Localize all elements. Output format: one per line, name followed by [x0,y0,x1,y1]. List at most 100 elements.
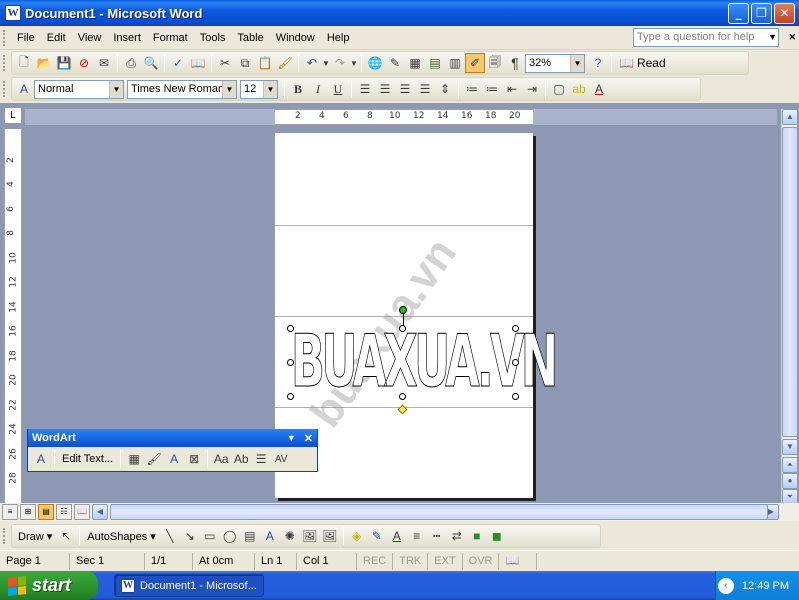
decrease-indent-icon[interactable]: ⇤ [502,79,522,99]
shadow-style-icon[interactable]: ■ [467,526,487,546]
print-preview-icon[interactable]: 🔍 [141,53,161,73]
taskbar-word-document[interactable]: W Document1 - Microsof... [114,574,264,597]
word-app-icon[interactable]: W [5,5,21,21]
scroll-left-icon[interactable]: ◀ [92,504,108,520]
read-button[interactable]: 📖 Read [615,56,670,70]
toolbar-grip[interactable] [3,528,6,544]
zoom-select[interactable]: 32% ▼ [525,53,585,73]
menu-window[interactable]: Window [270,30,321,46]
status-ext[interactable]: EXT [428,552,463,570]
minimize-button[interactable]: _ [728,2,749,24]
resize-handle[interactable] [399,393,406,400]
menu-edit[interactable]: Edit [41,30,72,46]
numbering-icon[interactable]: ≔ [462,79,482,99]
menu-format[interactable]: Format [147,30,194,46]
undo-dropdown-icon[interactable]: ▼ [322,53,330,73]
insert-wordart-icon[interactable]: A [31,449,51,469]
menu-view[interactable]: View [72,30,108,46]
dash-style-icon[interactable]: ┅ [427,526,447,546]
oval-icon[interactable]: ◯ [220,526,240,546]
close-toolbar-icon[interactable]: ✕ [304,432,313,445]
underline-icon[interactable]: U [328,79,348,99]
menu-file[interactable]: File [11,30,41,46]
justify-icon[interactable]: ☰ [415,79,435,99]
resize-handle[interactable] [287,359,294,366]
autoshapes-button[interactable]: AutoShapes ▾ [83,530,160,543]
text-wrapping-icon[interactable]: ⊠ [184,449,204,469]
resize-handle[interactable] [512,359,519,366]
reading-layout-icon[interactable]: 📖 [74,504,90,520]
arrow-style-icon[interactable]: ⇄ [447,526,467,546]
menu-help[interactable]: Help [321,30,356,46]
print-layout-icon[interactable]: ▤ [38,504,54,520]
browse-object-icon[interactable]: ● [782,473,798,489]
paste-icon[interactable]: 📋 [255,53,275,73]
resize-handle[interactable] [512,325,519,332]
same-letter-heights-icon[interactable]: Aa [211,449,231,469]
align-right-icon[interactable]: ☰ [395,79,415,99]
zoom-dropdown-icon[interactable]: ▼ [570,54,584,72]
border-icon[interactable]: ▢ [549,79,569,99]
hyperlink-icon[interactable]: 🌐 [365,53,385,73]
print-icon[interactable]: ⎙ [121,53,141,73]
bullets-icon[interactable]: ≔ [482,79,502,99]
vertical-scrollbar[interactable]: ▲ ▼ ⏶ ● ⏷ [781,109,798,505]
help-icon[interactable]: ? [588,53,608,73]
align-center-icon[interactable]: ☰ [375,79,395,99]
document-map-icon[interactable]: 🗐 [485,53,505,73]
increase-indent-icon[interactable]: ⇥ [522,79,542,99]
wordart-toolbar-title[interactable]: WordArt ▼ ✕ [28,429,317,447]
insert-table-icon[interactable]: ▦ [405,53,425,73]
redo-dropdown-icon[interactable]: ▼ [350,53,358,73]
bold-icon[interactable]: B [288,79,308,99]
font-select[interactable]: Times New Roman ▼ [127,79,237,99]
character-spacing-icon[interactable]: AV [271,449,291,469]
font-color-icon[interactable]: A [589,79,609,99]
wordart-gallery-icon[interactable]: ▦ [124,449,144,469]
status-ovr[interactable]: OVR [463,552,500,570]
insert-excel-icon[interactable]: ▤ [425,53,445,73]
save-icon[interactable]: 💾 [54,53,74,73]
font-size-select[interactable]: 12 ▼ [240,79,278,99]
document-close-icon[interactable]: ✕ [788,32,796,43]
wordart-text[interactable]: BUAXUA.VN [291,325,559,398]
hscroll-thumb[interactable] [110,504,768,520]
align-left-icon[interactable]: ☰ [355,79,375,99]
new-document-icon[interactable]: 🗋 [14,53,34,73]
wordart-shape-icon[interactable]: A [164,449,184,469]
edit-text-button[interactable]: Edit Text... [58,453,117,465]
styles-icon[interactable]: A [14,79,34,99]
help-search-input[interactable]: Type a question for help [633,28,779,47]
open-folder-icon[interactable]: 📂 [34,53,54,73]
horizontal-scrollbar[interactable]: ≡ ⊞ ▤ ☷ 📖 ◀ ▶ [0,503,799,521]
format-wordart-icon[interactable]: 🖌 [144,449,164,469]
resize-handle[interactable] [287,325,294,332]
toolbar-grip[interactable] [3,81,6,97]
rectangle-icon[interactable]: ▭ [200,526,220,546]
style-dropdown-icon[interactable]: ▼ [109,80,123,98]
scroll-thumb[interactable] [782,127,798,437]
menu-insert[interactable]: Insert [107,30,147,46]
insert-wordart-draw-icon[interactable]: A [260,526,280,546]
italic-icon[interactable]: I [308,79,328,99]
draw-menu-button[interactable]: Draw ▾ [14,530,56,543]
picture-icon[interactable]: 🖼 [320,526,340,546]
help-dropdown-icon[interactable]: ▼ [768,32,777,42]
hscroll-track[interactable] [108,504,768,520]
style-select[interactable]: Normal ▼ [34,79,124,99]
font-dropdown-icon[interactable]: ▼ [222,80,236,98]
vertical-ruler[interactable]: 2 4 6 8 10 12 14 16 18 20 22 24 26 28 [4,129,22,511]
tables-borders-icon[interactable]: ✎ [385,53,405,73]
email-icon[interactable]: ✉ [94,53,114,73]
undo-icon[interactable]: ↶ [302,53,322,73]
status-trk[interactable]: TRK [393,552,429,570]
show-hidden-icons-icon[interactable]: ‹ [717,577,734,594]
spelling-icon[interactable]: ✓ [168,53,188,73]
show-hide-icon[interactable]: ¶ [505,53,525,73]
3d-style-icon[interactable]: ◼ [487,526,507,546]
cut-icon[interactable]: ✂ [215,53,235,73]
scroll-down-icon[interactable]: ▼ [782,439,798,455]
start-button[interactable]: start [0,571,98,600]
format-painter-icon[interactable]: 🖌 [275,53,295,73]
text-box-icon[interactable]: ▤ [240,526,260,546]
